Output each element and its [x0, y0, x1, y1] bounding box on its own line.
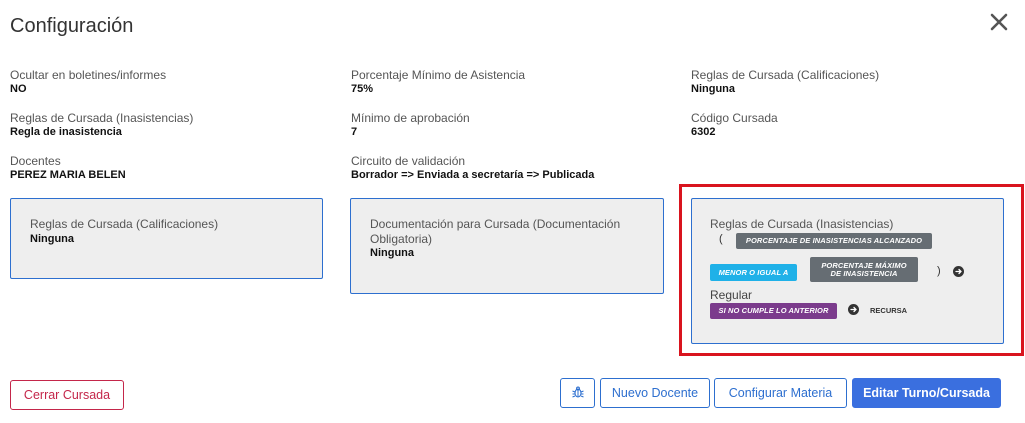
field-validation-circuit: Circuito de validación Borrador => Envia…: [351, 154, 594, 183]
field-value: 6302: [691, 126, 716, 138]
close-course-button[interactable]: Cerrar Cursada: [10, 380, 124, 410]
field-label: Reglas de Cursada (Inasistencias): [10, 111, 194, 125]
field-label: Reglas de Cursada (Calificaciones): [691, 68, 880, 82]
field-value: PEREZ MARIA BELEN: [10, 169, 126, 181]
field-label: Mínimo de aprobación: [351, 111, 470, 125]
configure-subject-button[interactable]: Configurar Materia: [714, 378, 847, 408]
close-icon[interactable]: [988, 11, 1010, 33]
new-teacher-button[interactable]: Nuevo Docente: [600, 378, 710, 408]
card-value: Ninguna: [30, 233, 74, 245]
field-label: Circuito de validación: [351, 154, 466, 168]
field-value: Borrador => Enviada a secretaría => Publ…: [351, 169, 595, 181]
card-label: Documentación para Cursada (Documentació…: [370, 217, 621, 246]
field-teachers: Docentes PEREZ MARIA BELEN: [10, 154, 126, 183]
field-label: Código Cursada: [691, 111, 778, 125]
field-label: Porcentaje Mínimo de Asistencia: [351, 68, 526, 82]
field-grading-rules: Reglas de Cursada (Calificaciones) Ningu…: [691, 68, 879, 97]
bug-icon: [571, 385, 585, 402]
field-value: Ninguna: [691, 83, 735, 95]
card-grading-rules: Reglas de Cursada (Calificaciones) Ningu…: [10, 198, 323, 279]
field-label: Docentes: [10, 154, 61, 168]
field-course-code: Código Cursada 6302: [691, 111, 778, 140]
field-value: 75%: [351, 83, 374, 95]
field-absence-rules: Reglas de Cursada (Inasistencias) Regla …: [10, 111, 193, 140]
modal-title: Configuración: [10, 15, 134, 37]
field-min-pass: Mínimo de aprobación 7: [351, 111, 470, 140]
edit-shift-button[interactable]: Editar Turno/Cursada: [852, 378, 1001, 408]
card-value: Ninguna: [370, 247, 414, 259]
field-hide-in-reports: Ocultar en boletines/informes NO: [10, 68, 166, 97]
field-min-attendance: Porcentaje Mínimo de Asistencia 75%: [351, 68, 525, 97]
field-value: 7: [351, 126, 358, 138]
field-value: Regla de inasistencia: [10, 126, 122, 138]
card-label: Reglas de Cursada (Calificaciones): [30, 217, 219, 231]
bug-report-button[interactable]: [560, 378, 595, 408]
highlight-frame: [679, 184, 1024, 356]
field-label: Ocultar en boletines/informes: [10, 68, 167, 82]
card-documentation: Documentación para Cursada (Documentació…: [350, 198, 664, 294]
field-value: NO: [10, 83, 27, 95]
